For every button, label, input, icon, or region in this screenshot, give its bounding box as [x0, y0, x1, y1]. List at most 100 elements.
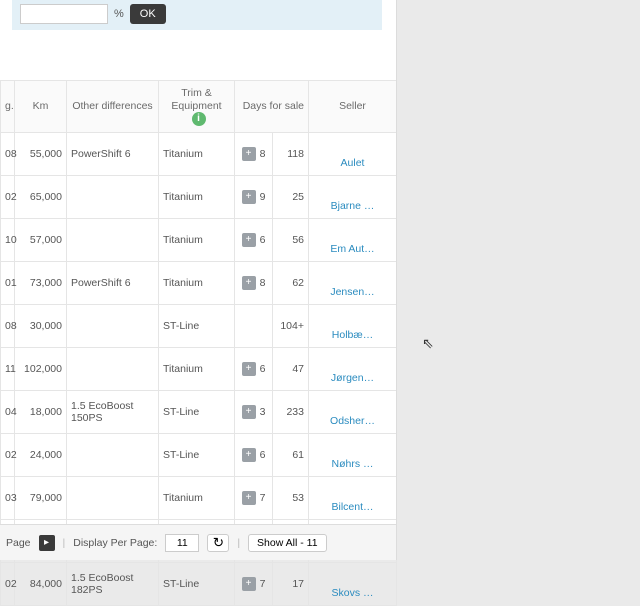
cell-reg: 02: [1, 434, 15, 477]
col-days[interactable]: Days for sale: [235, 81, 309, 133]
plus-icon[interactable]: +: [242, 190, 256, 204]
col-reg[interactable]: g.: [1, 81, 15, 133]
col-trim[interactable]: Trim & Equipmenti: [159, 81, 235, 133]
reload-button[interactable]: ↻: [207, 534, 229, 552]
cell-trim: Titanium: [159, 176, 235, 219]
cell-days: 17: [273, 563, 309, 606]
table-row[interactable]: 0173,000PowerShift 6Titanium+862Jensen…: [1, 262, 397, 305]
table-row[interactable]: 0379,000Titanium+753Bilcent…: [1, 477, 397, 520]
cell-km: 55,000: [15, 133, 67, 176]
seller-link[interactable]: Jensen…: [313, 286, 392, 298]
cell-km: 84,000: [15, 563, 67, 606]
cell-seller: Holbæ…: [309, 305, 397, 348]
cell-other: 1.5 EcoBoost 150PS: [67, 391, 159, 434]
filter-bar: % OK: [12, 0, 382, 30]
cell-km: 57,000: [15, 219, 67, 262]
cell-trim: Titanium: [159, 348, 235, 391]
cell-days: 62: [273, 262, 309, 305]
info-icon[interactable]: i: [192, 112, 206, 126]
cell-seller: Jørgen…: [309, 348, 397, 391]
cell-equip-count: +7: [235, 477, 273, 520]
cell-reg: 01: [1, 262, 15, 305]
cell-reg: 02: [1, 563, 15, 606]
show-all-button[interactable]: Show All - 11: [248, 534, 327, 552]
table-row[interactable]: 0284,0001.5 EcoBoost 182PSST-Line+717 Sko…: [1, 563, 397, 606]
table-row[interactable]: 0265,000Titanium+925Bjarne …: [1, 176, 397, 219]
cell-trim: Titanium: [159, 219, 235, 262]
seller-link[interactable]: Jørgen…: [313, 372, 392, 384]
cell-km: 102,000: [15, 348, 67, 391]
col-seller[interactable]: Seller: [309, 81, 397, 133]
plus-icon[interactable]: +: [242, 405, 256, 419]
cell-other: [67, 434, 159, 477]
cell-reg: 08: [1, 133, 15, 176]
cell-seller: Em Aut…: [309, 219, 397, 262]
seller-link[interactable]: Bilcent…: [313, 501, 392, 513]
seller-link[interactable]: Em Aut…: [313, 243, 392, 255]
cell-equip-count: +9: [235, 176, 273, 219]
cell-equip-count: +6: [235, 434, 273, 477]
table-row[interactable]: 0830,000 ST-Line 104+ Holbæ…: [1, 305, 397, 348]
seller-link[interactable]: Aulet: [313, 157, 392, 169]
plus-icon[interactable]: +: [242, 448, 256, 462]
cell-equip-count: +8: [235, 262, 273, 305]
cell-days: 25: [273, 176, 309, 219]
cell-km: 30,000: [15, 305, 67, 348]
filter-percent-input[interactable]: [20, 4, 108, 24]
plus-icon[interactable]: +: [242, 362, 256, 376]
plus-icon[interactable]: +: [242, 233, 256, 247]
cell-days: 104+: [273, 305, 309, 348]
plus-icon[interactable]: +: [242, 147, 256, 161]
seller-link[interactable]: Bjarne …: [313, 200, 392, 212]
cell-reg: 04: [1, 391, 15, 434]
plus-icon[interactable]: +: [242, 577, 256, 591]
cell-other: [67, 219, 159, 262]
cell-trim: ST-Line: [159, 305, 235, 348]
col-other[interactable]: Other differences: [67, 81, 159, 133]
cell-reg: 02: [1, 176, 15, 219]
cell-trim: Titanium: [159, 133, 235, 176]
table-row[interactable]: 0224,000ST-Line+661Nøhrs …: [1, 434, 397, 477]
table-row[interactable]: 0855,000PowerShift 6Titanium+8118Aulet: [1, 133, 397, 176]
col-km[interactable]: Km: [15, 81, 67, 133]
cell-km: 73,000: [15, 262, 67, 305]
cell-equip-count: +6: [235, 219, 273, 262]
cell-seller: Bjarne …: [309, 176, 397, 219]
cell-other: 1.5 EcoBoost 182PS: [67, 563, 159, 606]
cell-trim: ST-Line: [159, 434, 235, 477]
cell-reg: 08: [1, 305, 15, 348]
seller-link[interactable]: Odsher…: [313, 415, 392, 427]
cell-reg: 10: [1, 219, 15, 262]
cell-trim: ST-Line: [159, 391, 235, 434]
per-page-input[interactable]: [165, 534, 199, 552]
per-page-label: Display Per Page:: [73, 537, 157, 549]
cell-days: 233: [273, 391, 309, 434]
plus-icon[interactable]: +: [242, 276, 256, 290]
right-empty-pane: [396, 0, 640, 560]
page-label: Page: [6, 537, 31, 549]
plus-icon[interactable]: +: [242, 491, 256, 505]
cell-equip-count: +8: [235, 133, 273, 176]
cell-equip-count: +6: [235, 348, 273, 391]
cell-other: [67, 348, 159, 391]
pager-sep-2: |: [237, 537, 240, 549]
cell-reg: 03: [1, 477, 15, 520]
table-row[interactable]: 11102,000Titanium+647Jørgen…: [1, 348, 397, 391]
table-row[interactable]: 0418,0001.5 EcoBoost 150PSST-Line+3233Od…: [1, 391, 397, 434]
pager: Page ▸ | Display Per Page: ↻ | Show All …: [0, 524, 396, 560]
ok-button[interactable]: OK: [130, 4, 166, 24]
cell-days: 118: [273, 133, 309, 176]
cell-other: [67, 305, 159, 348]
page-next-button[interactable]: ▸: [39, 535, 55, 551]
cell-seller: Odsher…: [309, 391, 397, 434]
seller-link[interactable]: Nøhrs …: [313, 458, 392, 470]
seller-link[interactable]: Holbæ…: [313, 329, 392, 341]
cell-seller: Bilcent…: [309, 477, 397, 520]
cell-trim: ST-Line: [159, 563, 235, 606]
table-row[interactable]: 1057,000 Titanium+656 Em Aut…: [1, 219, 397, 262]
cell-equip-count: +7: [235, 563, 273, 606]
cell-trim: Titanium: [159, 477, 235, 520]
seller-link[interactable]: Skovs …: [313, 587, 392, 599]
cell-days: 56: [273, 219, 309, 262]
cell-km: 24,000: [15, 434, 67, 477]
